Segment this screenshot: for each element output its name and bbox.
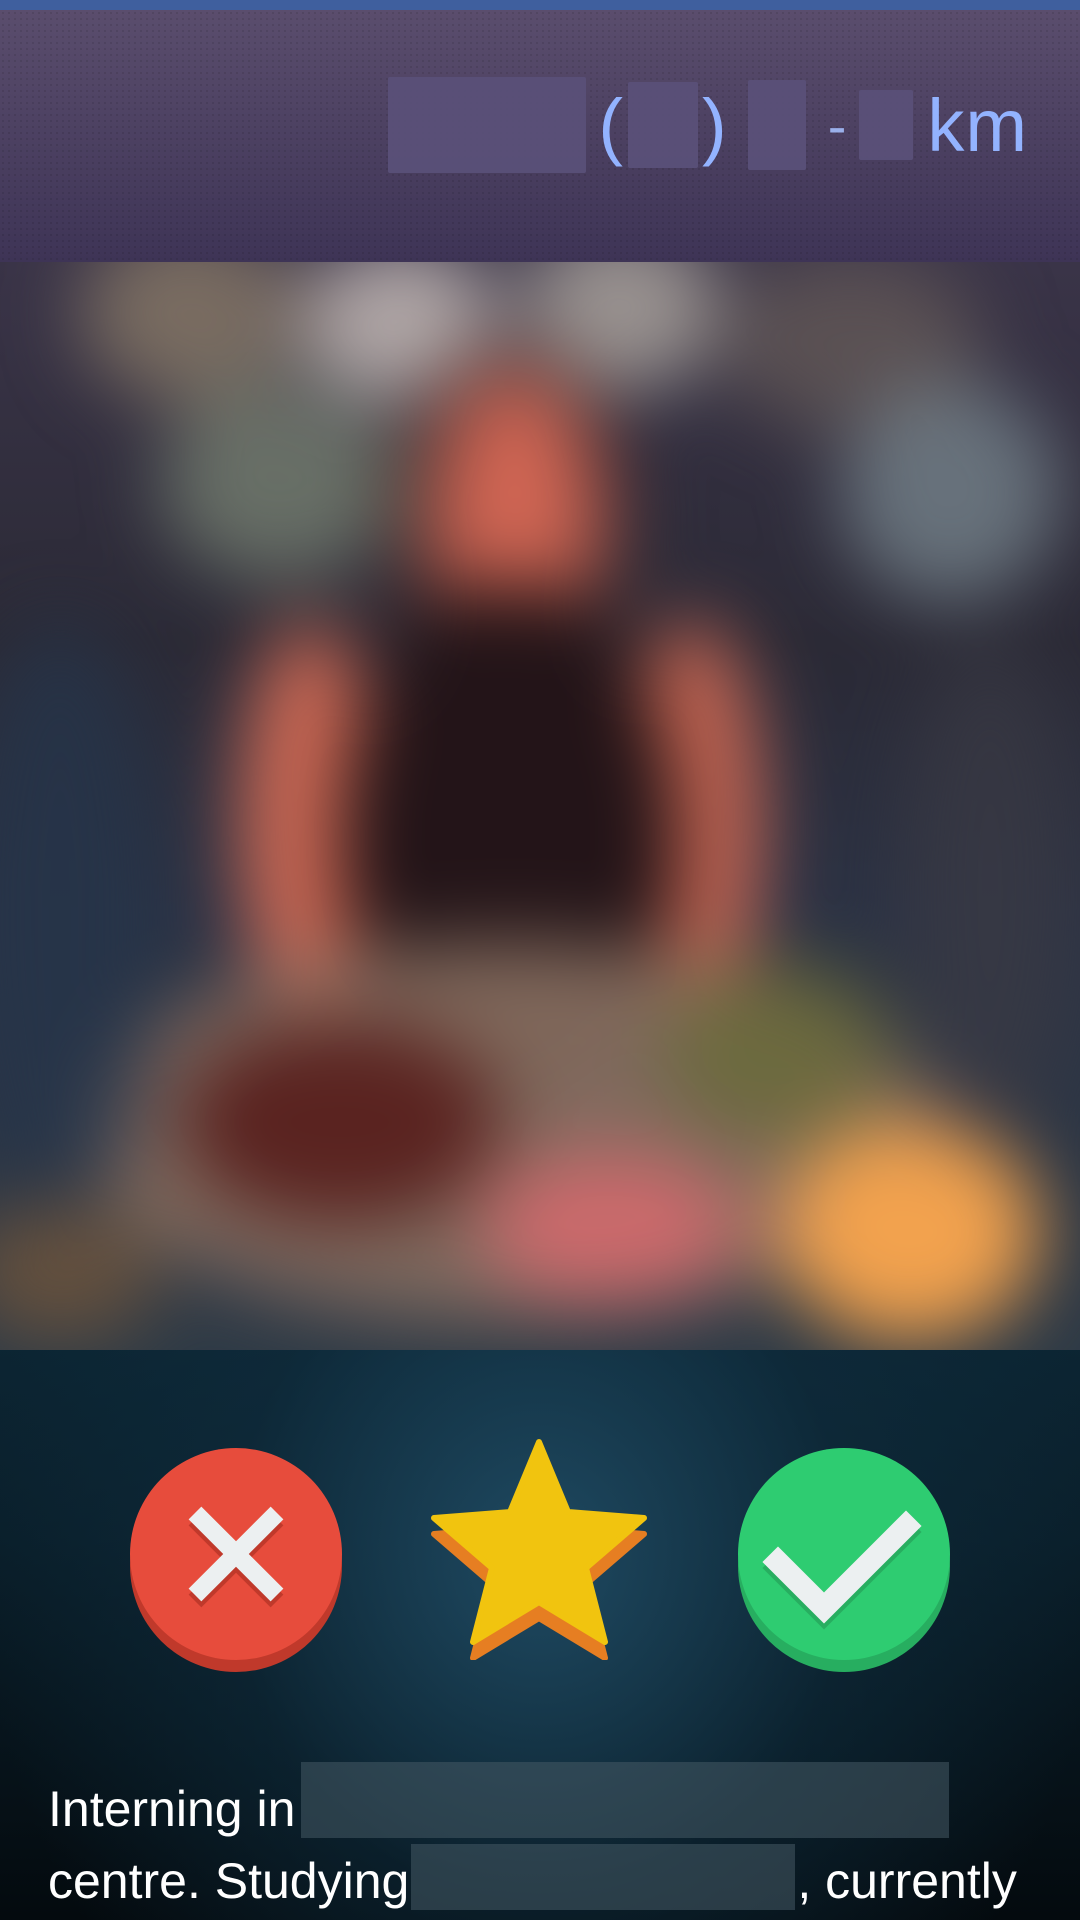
photo-blur-layer — [0, 262, 1080, 1350]
age-redaction — [628, 82, 699, 168]
profile-photo[interactable] — [0, 262, 1080, 1350]
bio-text-2-end: , currently — [797, 1853, 1017, 1909]
bio-line-1: Interning in — [48, 1762, 1038, 1844]
star-icon — [431, 1439, 647, 1661]
status-accent-bar — [0, 0, 1080, 10]
age-open-paren: ( — [598, 83, 625, 167]
profile-card-screen: ( ) - km Interning in centre. Studying ,… — [0, 0, 1080, 1920]
bio-line-2: centre. Studying , currently — [48, 1844, 1038, 1916]
distance-redaction-b — [859, 90, 914, 160]
bio-redaction-1 — [301, 1762, 950, 1838]
nope-icon — [130, 1448, 342, 1672]
bio-text-1: Interning in — [48, 1781, 296, 1837]
like-button[interactable] — [736, 1446, 952, 1674]
distance-separator: - — [827, 93, 848, 157]
profile-header: ( ) - km — [0, 10, 1080, 262]
profile-title: ( ) - km — [388, 70, 1028, 180]
distance-unit: km — [927, 83, 1028, 167]
check-icon — [738, 1448, 950, 1672]
distance-redaction-a — [747, 80, 806, 170]
bio-redaction-2 — [411, 1844, 796, 1910]
super-like-button[interactable] — [430, 1438, 648, 1661]
bio-line-3 — [48, 1916, 1038, 1920]
profile-bio: Interning in centre. Studying , currently — [48, 1762, 1038, 1920]
nope-button[interactable] — [128, 1446, 344, 1674]
name-redaction — [388, 77, 587, 173]
age-close-paren: ) — [702, 83, 728, 167]
action-controls — [0, 1350, 1080, 1770]
bio-text-2-start: centre. Studying — [48, 1853, 410, 1909]
